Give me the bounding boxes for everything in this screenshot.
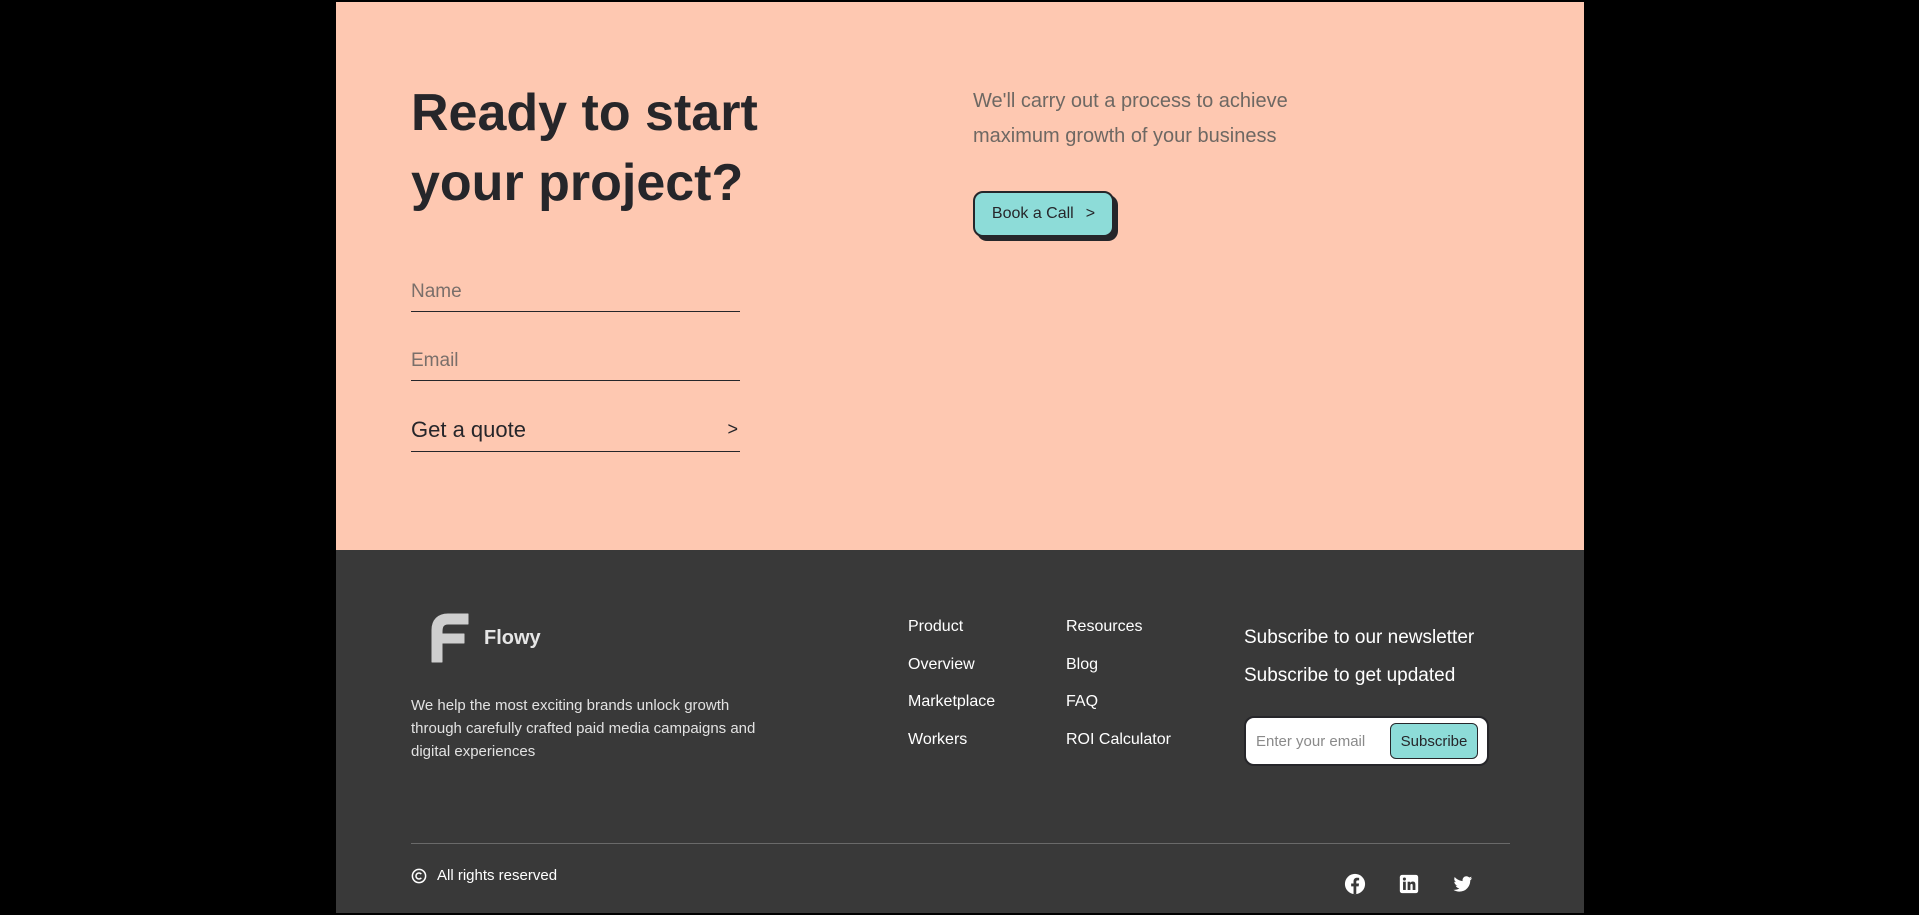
get-quote-button[interactable]: Get a quote > (411, 414, 740, 452)
cta-section: Ready to start your project? Get a quote… (336, 2, 1584, 550)
chevron-right-icon: > (727, 419, 738, 439)
footer: Flowy We help the most exciting brands u… (336, 550, 1584, 913)
newsletter-email-input[interactable] (1256, 732, 1386, 750)
footer-link-overview[interactable]: Overview (908, 656, 995, 694)
newsletter-block: Subscribe to our newsletter Subscribe to… (1244, 628, 1474, 685)
email-input[interactable] (411, 350, 740, 372)
footer-links-column-2: Resources Blog FAQ ROI Calculator (1066, 618, 1171, 768)
brand-logo[interactable]: Flowy (424, 610, 541, 664)
footer-link-marketplace[interactable]: Marketplace (908, 693, 995, 731)
footer-link-product[interactable]: Product (908, 618, 995, 656)
get-quote-label: Get a quote (411, 416, 526, 442)
email-field[interactable] (411, 347, 740, 381)
footer-link-workers[interactable]: Workers (908, 731, 995, 769)
chevron-right-icon: > (1085, 205, 1096, 222)
page-frame: Ready to start your project? Get a quote… (336, 2, 1584, 913)
brand-name: Flowy (484, 626, 541, 649)
footer-divider (411, 843, 1510, 844)
copyright-icon (411, 868, 427, 883)
footer-links-column-1: Product Overview Marketplace Workers (908, 618, 995, 768)
twitter-icon[interactable] (1452, 873, 1474, 895)
footer-tagline: We help the most exciting brands unlock … (411, 697, 756, 760)
copyright: All rights reserved (411, 867, 557, 884)
cta-title: Ready to start your project? (411, 84, 758, 212)
flowy-logo-icon (431, 613, 469, 663)
copyright-text: All rights reserved (437, 867, 558, 884)
linkedin-icon[interactable] (1398, 873, 1420, 895)
book-a-call-label: Book a Call (991, 205, 1074, 222)
footer-link-blog[interactable]: Blog (1066, 656, 1171, 694)
newsletter-form: Subscribe (1244, 716, 1489, 766)
subscribe-button[interactable]: Subscribe (1390, 723, 1478, 759)
name-field[interactable] (411, 278, 740, 312)
cta-description: We'll carry out a process to achieve max… (973, 90, 1288, 147)
footer-link-roi-calculator[interactable]: ROI Calculator (1066, 731, 1171, 769)
social-links (1344, 873, 1474, 895)
newsletter-subtitle: Subscribe to get updated (1244, 665, 1456, 686)
footer-link-resources[interactable]: Resources (1066, 618, 1171, 656)
footer-link-faq[interactable]: FAQ (1066, 693, 1171, 731)
book-a-call-button[interactable]: Book a Call > (973, 191, 1114, 237)
newsletter-title: Subscribe to our newsletter (1244, 627, 1475, 648)
facebook-icon[interactable] (1344, 873, 1366, 895)
name-input[interactable] (411, 281, 740, 303)
